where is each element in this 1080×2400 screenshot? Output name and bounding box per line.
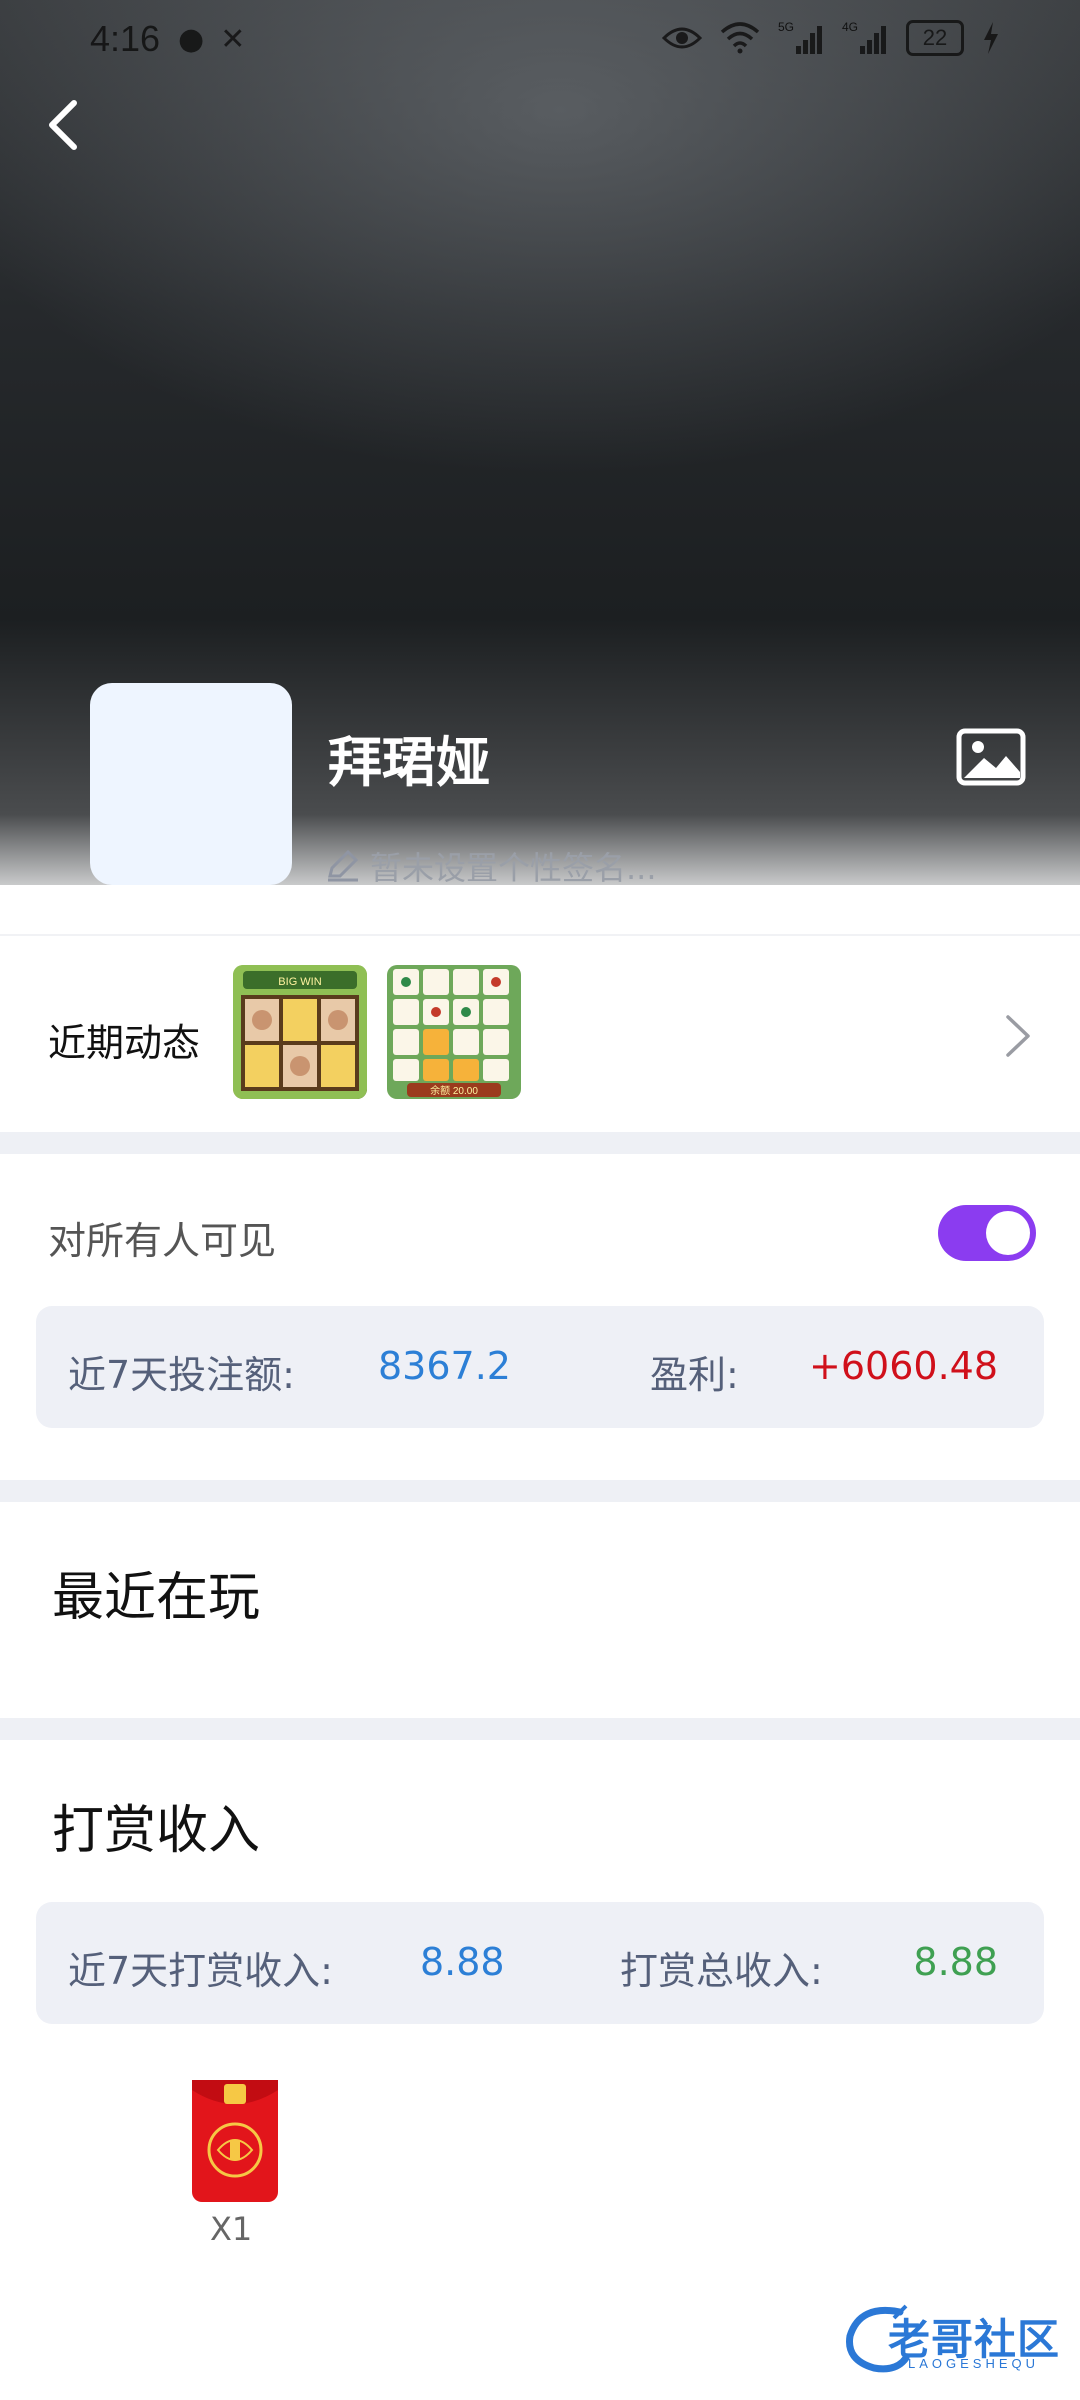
section-divider <box>0 1718 1080 1740</box>
gift-count: X1 <box>210 2210 253 2248</box>
total-tip-value: 8.88 <box>913 1940 998 1984</box>
bet-stats-box: 近7天投注额: 8367.2 盈利: +6060.48 <box>36 1306 1044 1428</box>
avatar[interactable] <box>90 683 292 885</box>
status-right-icons: 5G 4G 22 <box>662 20 1000 56</box>
pencil-icon <box>328 850 359 882</box>
mahjong-game-art: 余额 20.00 <box>387 965 521 1099</box>
slot-game-art: BIG WIN <box>233 965 367 1099</box>
total-tip-label: 打赏总收入: <box>620 1949 823 1993</box>
back-arrow-icon[interactable] <box>38 95 90 155</box>
bet-amount-label: 近7天投注额: <box>68 1353 295 1397</box>
tip-income-title: 打赏收入 <box>52 1801 261 1861</box>
status-time: 4:16 <box>90 18 161 59</box>
mahjong-game-thumbnail[interactable]: 余额 20.00 <box>387 965 521 1099</box>
signal-4g-icon: 4G <box>842 20 886 54</box>
watermark-logo: 老哥社区 LAOGESHEQU <box>840 2298 1070 2378</box>
section-divider <box>0 1480 1080 1502</box>
signature[interactable]: 暂未设置个性签名... <box>326 843 657 889</box>
visibility-label: 对所有人可见 <box>48 1219 277 1263</box>
slot-game-thumbnail[interactable]: BIG WIN <box>233 965 367 1099</box>
chevron-right-icon[interactable] <box>1004 1013 1032 1059</box>
status-left-icons: ● ✕ <box>178 22 245 57</box>
mahjong-price-label: 余额 20.00 <box>430 1084 478 1097</box>
visibility-row: 对所有人可见 <box>0 1168 1080 1298</box>
eye-icon <box>662 27 702 49</box>
recently-playing-title: 最近在玩 <box>52 1568 261 1628</box>
week-tip-label: 近7天打赏收入: <box>68 1949 333 1993</box>
signal-5g-label: 5G <box>778 20 794 34</box>
profit-value: +6060.48 <box>809 1344 998 1388</box>
red-packet-icon[interactable] <box>190 2078 280 2204</box>
tip-stats-box: 近7天打赏收入: 8.88 打赏总收入: 8.88 <box>36 1902 1044 2024</box>
signal-5g-icon: 5G <box>778 20 822 54</box>
watermark-subtext: LAOGESHEQU <box>908 2356 1040 2371</box>
battery-indicator: 22 <box>906 20 964 56</box>
image-gallery-icon[interactable] <box>956 728 1026 786</box>
slot-banner-text: BIG WIN <box>278 976 321 988</box>
toggle-knob <box>986 1211 1030 1255</box>
username: 拜珺娅 <box>328 731 490 794</box>
wifi-icon <box>720 22 760 54</box>
charging-bolt-icon <box>984 22 998 54</box>
visibility-toggle[interactable] <box>938 1205 1036 1261</box>
signature-placeholder: 暂未设置个性签名... <box>370 849 657 887</box>
chat-bubble-icon: ● <box>178 22 205 57</box>
app-notification-icon: ✕ <box>220 22 246 57</box>
status-bar: 4:16 ● ✕ 5G 4G 22 <box>0 0 1080 80</box>
bet-amount-value: 8367.2 <box>378 1344 511 1388</box>
section-divider <box>0 1132 1080 1154</box>
recent-activity-label: 近期动态 <box>48 1021 201 1065</box>
week-tip-value: 8.88 <box>420 1940 505 1984</box>
recent-activity-row[interactable]: 近期动态 BIG WIN 余额 20.00 <box>0 935 1080 1135</box>
profile-header: 4:16 ● ✕ 5G 4G 22 拜珺娅 暂未设置个性签名... <box>0 0 1080 887</box>
profit-label: 盈利: <box>650 1353 739 1397</box>
signal-4g-label: 4G <box>842 20 858 34</box>
